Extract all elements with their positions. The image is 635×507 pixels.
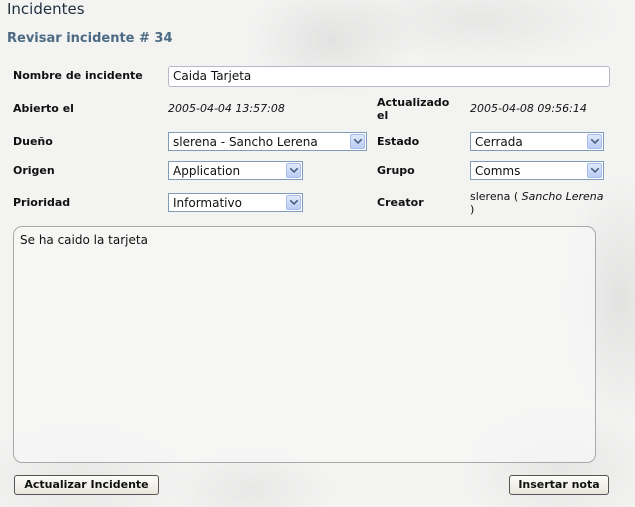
chevron-down-icon[interactable] — [350, 134, 365, 149]
group-select-value: Comms — [475, 164, 521, 178]
chevron-down-icon[interactable] — [286, 163, 301, 178]
origin-select[interactable]: Application — [168, 161, 303, 180]
chevron-down-icon[interactable] — [587, 163, 602, 178]
priority-label: Prioridad — [13, 196, 71, 209]
chevron-down-icon[interactable] — [286, 195, 301, 210]
group-label: Grupo — [377, 164, 415, 177]
origin-label: Origen — [13, 164, 55, 177]
creator-value: slerena ( Sancho Lerena) — [470, 190, 620, 216]
page-subtitle: Revisar incidente # 34 — [7, 31, 173, 46]
description-textarea[interactable]: Se ha caido la tarjeta — [13, 226, 596, 463]
origin-select-value: Application — [173, 164, 241, 178]
owner-label: Dueño — [13, 135, 53, 148]
page-title: Incidentes — [7, 0, 85, 18]
updated-value: 2005-04-08 09:56:14 — [470, 102, 587, 115]
incident-name-label: Nombre de incidente — [13, 69, 143, 82]
creator-close-paren: ) — [470, 203, 475, 216]
insert-note-button[interactable]: Insertar nota — [509, 475, 609, 495]
update-incident-button[interactable]: Actualizar Incidente — [14, 475, 159, 495]
priority-select[interactable]: Informativo — [168, 193, 303, 212]
status-select-value: Cerrada — [475, 135, 523, 149]
opened-label: Abierto el — [13, 102, 74, 115]
creator-label: Creator — [377, 196, 424, 209]
status-label: Estado — [377, 135, 420, 148]
updated-label-line1: Actualizado — [377, 96, 450, 109]
owner-select[interactable]: slerena - Sancho Lerena — [168, 132, 367, 151]
opened-value: 2005-04-04 13:57:08 — [168, 102, 285, 115]
updated-label-line2: el — [377, 109, 389, 122]
creator-user: slerena — [470, 190, 511, 203]
creator-fullname: Sancho Lerena — [521, 190, 604, 203]
group-select[interactable]: Comms — [470, 161, 604, 180]
priority-select-value: Informativo — [173, 196, 242, 210]
creator-open-paren: ( — [513, 190, 522, 203]
owner-select-value: slerena - Sancho Lerena — [173, 135, 318, 149]
incident-name-input[interactable]: Caida Tarjeta — [168, 66, 610, 87]
chevron-down-icon[interactable] — [587, 134, 602, 149]
updated-label: Actualizado el — [377, 96, 449, 122]
status-select[interactable]: Cerrada — [470, 132, 604, 151]
